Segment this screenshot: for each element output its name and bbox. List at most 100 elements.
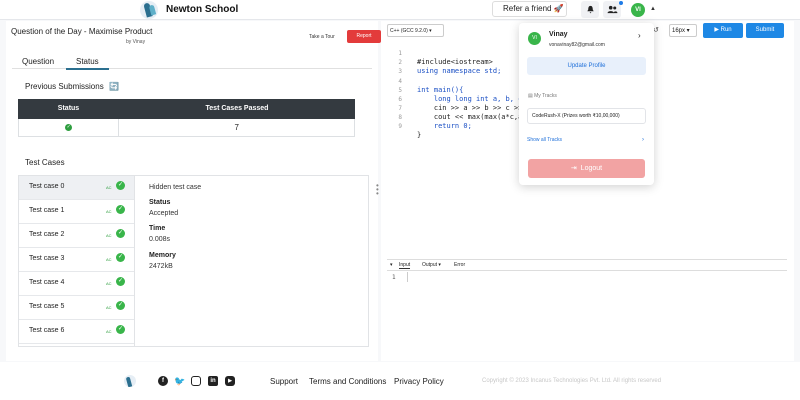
test-case-item-0[interactable]: Test case 0 AC ✓	[19, 176, 134, 200]
notification-dot	[619, 1, 623, 5]
code-line: 4 int main(){	[387, 70, 463, 94]
terms-link[interactable]: Terms and Conditions	[309, 377, 386, 386]
status-value: Accepted	[149, 210, 179, 217]
brand-name[interactable]: Newton School	[166, 4, 238, 15]
logout-icon: ⇥	[570, 165, 577, 172]
tab-status[interactable]: Status	[66, 57, 109, 70]
memory-label: Memory	[149, 252, 176, 259]
show-all-tracks-link[interactable]: Show all Tracks	[527, 137, 646, 143]
copyright-text: Copyright © 2023 Incanus Technologies Pv…	[482, 378, 662, 384]
track-item[interactable]: CodeRush-X (Prizes worth ₹10,00,000)	[527, 108, 646, 124]
twitter-icon[interactable]: 🐦	[174, 376, 185, 386]
footer: f 🐦 in ▶ Support Terms and Conditions Pr…	[0, 362, 800, 400]
input-line-number: 1	[392, 274, 396, 281]
user-email: vonavinay82@gmail.com	[549, 42, 605, 48]
newton-logo-icon[interactable]	[124, 375, 136, 387]
update-profile-button[interactable]: Update Profile	[527, 57, 646, 75]
previous-submissions-title: Previous Submissions	[25, 82, 104, 91]
tab-error[interactable]: Error	[454, 262, 465, 268]
tab-input[interactable]: Input	[399, 262, 411, 269]
check-circle-icon: ✓	[116, 181, 125, 190]
language-value: C++ (GCC 9.2.0)	[390, 28, 428, 34]
code-text: cin >> a >> b >> c >>	[417, 104, 523, 112]
code-text: cout << max(max(a*c,a	[417, 113, 523, 121]
facebook-icon[interactable]: f	[158, 376, 168, 386]
test-case-item-2[interactable]: Test case 2 AC ✓	[19, 224, 134, 248]
accepted-badge: AC	[106, 281, 112, 286]
test-case-label: Test case 2	[29, 231, 65, 238]
accepted-badge: AC	[106, 329, 112, 334]
privacy-link[interactable]: Privacy Policy	[394, 377, 444, 386]
check-circle-icon: ✓	[116, 205, 125, 214]
tab-question[interactable]: Question	[22, 57, 54, 66]
instagram-icon[interactable]	[191, 376, 201, 386]
refer-friend-button[interactable]: Refer a friend 🚀	[492, 1, 567, 17]
test-case-label: Test case 6	[29, 327, 65, 334]
code-text: return 0;	[417, 122, 472, 130]
test-case-item-3[interactable]: Test case 3 AC ✓	[19, 248, 134, 272]
test-case-item-1[interactable]: Test case 1 AC ✓	[19, 200, 134, 224]
chevron-right-icon[interactable]: ›	[638, 31, 641, 40]
accepted-badge: AC	[106, 185, 112, 190]
test-case-item-5[interactable]: Test case 5 AC ✓	[19, 296, 134, 320]
code-line: 2 using namespace std;	[387, 51, 501, 75]
newton-logo-icon[interactable]	[140, 1, 158, 19]
test-case-detail: Hidden test case Status Accepted Time 0.…	[149, 176, 369, 346]
accepted-badge: AC	[106, 233, 112, 238]
font-size-select[interactable]: 16px ▾	[669, 24, 697, 37]
submit-button[interactable]: Submit	[746, 23, 784, 38]
header-test-cases-passed: Test Cases Passed	[205, 105, 269, 112]
test-cases-panel: Test case 0 AC ✓ Test case 1 AC ✓ Test c…	[18, 175, 369, 347]
language-select[interactable]: C++ (GCC 9.2.0) ▾	[387, 24, 444, 37]
left-panel: Question of the Day - Maximise Product b…	[6, 21, 381, 361]
caret-up-icon[interactable]: ▲	[650, 6, 656, 12]
logout-button[interactable]: ⇥ Logout	[528, 159, 645, 178]
avatar[interactable]: VI	[631, 3, 645, 17]
font-size-value: 16px	[672, 28, 686, 34]
problem-tabs: Question Status	[12, 55, 372, 70]
linkedin-icon[interactable]: in	[208, 376, 218, 386]
refresh-icon[interactable]: 🔄	[109, 82, 119, 91]
accepted-badge: AC	[106, 305, 112, 310]
panel-resize-handle[interactable]: • • •	[376, 182, 380, 198]
table-row[interactable]: ✓ 7	[18, 119, 355, 137]
code-line: 7 cout << max(max(a*c,a	[387, 97, 522, 121]
user-name[interactable]: Vinay	[549, 31, 568, 38]
tracks-icon: ▤	[528, 93, 533, 99]
chevron-right-icon[interactable]: ›	[642, 137, 644, 143]
check-circle-icon: ✓	[116, 229, 125, 238]
test-case-item-6[interactable]: Test case 6 AC ✓	[19, 320, 134, 344]
tab-output[interactable]: Output ▾	[422, 262, 441, 268]
avatar: VI	[528, 32, 541, 45]
test-case-label: Test case 1	[29, 207, 65, 214]
hidden-test-case-note: Hidden test case	[149, 184, 202, 191]
header-status: Status	[57, 105, 80, 112]
check-circle-icon: ✓	[65, 124, 73, 132]
code-line: 9 }	[387, 115, 421, 139]
submission-status-cell: ✓	[19, 119, 120, 136]
time-label: Time	[149, 225, 166, 232]
submissions-table: Status Test Cases Passed ✓ 7	[18, 99, 355, 137]
code-text: long long int a, b, c	[417, 95, 523, 103]
my-tracks-label: My Tracks	[534, 93, 557, 99]
io-tabs: ▾ Input Output ▾ Error	[387, 259, 787, 271]
input-textarea[interactable]	[407, 272, 787, 282]
problem-title: Question of the Day - Maximise Product	[11, 27, 153, 36]
check-circle-icon: ✓	[116, 277, 125, 286]
run-button[interactable]: ▶ Run	[703, 23, 743, 38]
report-button[interactable]: Report	[347, 30, 381, 43]
status-label: Status	[149, 199, 171, 206]
support-link[interactable]: Support	[270, 377, 298, 386]
test-case-item-4[interactable]: Test case 4 AC ✓	[19, 272, 134, 296]
test-case-label: Test case 5	[29, 303, 65, 310]
youtube-icon[interactable]: ▶	[225, 376, 235, 386]
test-case-label: Test case 0	[29, 183, 65, 190]
submission-passed-cell: 7	[234, 123, 239, 132]
bell-icon[interactable]	[581, 1, 599, 18]
code-line: 3	[387, 60, 412, 75]
take-tour-button[interactable]: Take a Tour	[309, 31, 335, 43]
check-circle-icon: ✓	[116, 253, 125, 262]
tab-io-toggle[interactable]: ▾	[390, 262, 393, 268]
check-circle-icon: ✓	[116, 301, 125, 310]
code-line: 1 #include<iostream>	[387, 42, 492, 66]
